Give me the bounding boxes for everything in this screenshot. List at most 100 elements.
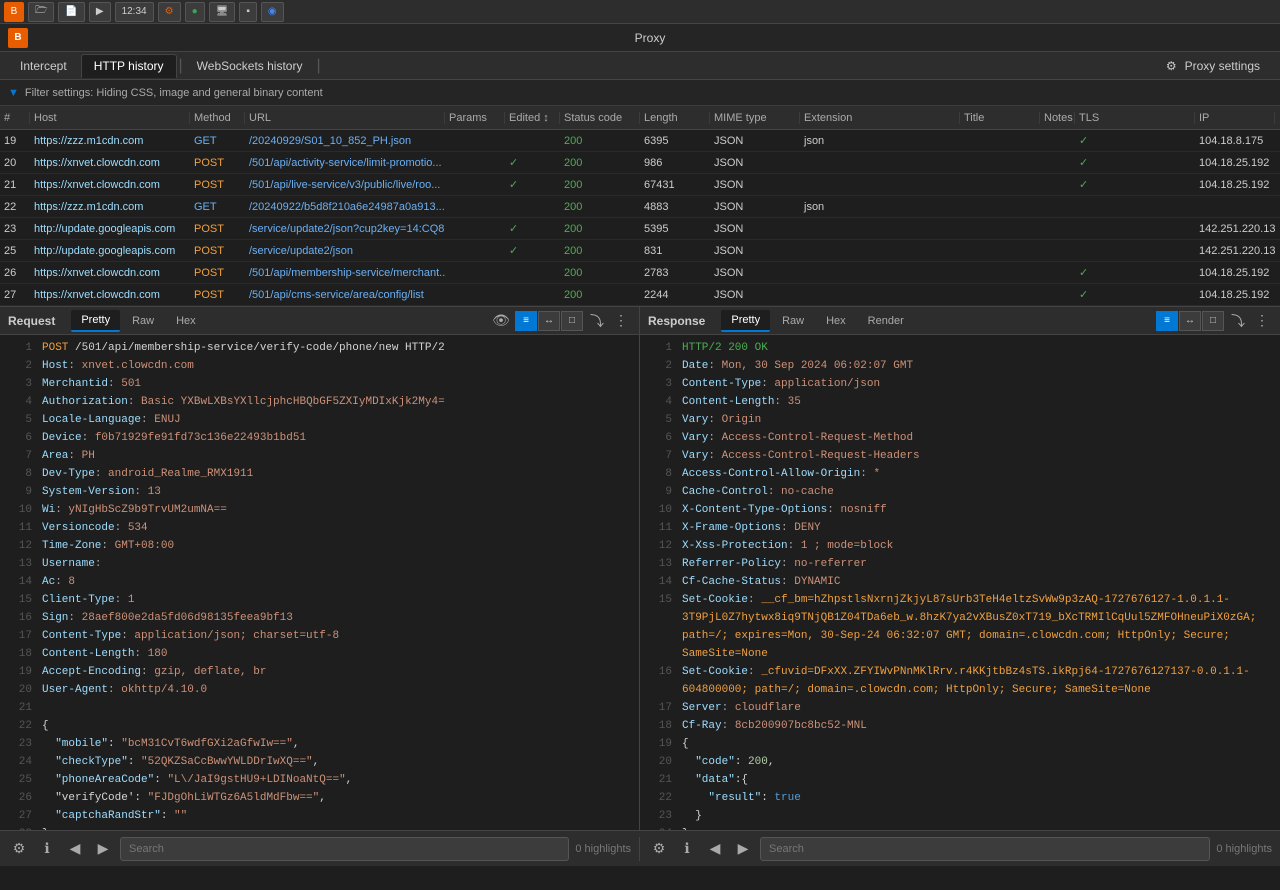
col-params[interactable]: Params	[445, 112, 505, 124]
request-tab-pretty[interactable]: Pretty	[71, 310, 120, 332]
response-line: 10X-Content-Type-Options: nosniff	[640, 501, 1280, 519]
request-panel: Request Pretty Raw Hex 👁 ≡ ↔ □ ⤵ ⋮ 1POST…	[0, 307, 640, 830]
col-method[interactable]: Method	[190, 112, 245, 124]
search-input-right[interactable]	[760, 837, 1210, 861]
response-line: 19{	[640, 735, 1280, 753]
table-row[interactable]: 27 https://xnvet.clowcdn.com POST /501/a…	[0, 284, 1280, 306]
burp-icon[interactable]: B	[4, 2, 24, 22]
cell-edited: ✓	[505, 156, 560, 169]
ext-icon[interactable]: ⚙	[158, 2, 181, 22]
table-row[interactable]: 22 https://zzz.m1cdn.com GET /20240922/b…	[0, 196, 1280, 218]
monitor-btn[interactable]: 🖥	[209, 2, 236, 22]
col-mime[interactable]: MIME type	[710, 112, 800, 124]
response-tab-hex[interactable]: Hex	[816, 310, 856, 332]
table-row[interactable]: 21 https://xnvet.clowcdn.com POST /501/a…	[0, 174, 1280, 196]
table-row[interactable]: 25 http://update.googleapis.com POST /se…	[0, 240, 1280, 262]
request-actions: 👁 ≡ ↔ □ ⤵ ⋮	[491, 311, 631, 331]
col-length[interactable]: Length	[640, 112, 710, 124]
chrome-btn[interactable]: ●	[185, 2, 205, 22]
bottom-next-btn-left[interactable]: ▶	[92, 838, 114, 860]
request-line: 19Accept-Encoding: gzip, deflate, br	[0, 663, 639, 681]
cell-status: 200	[560, 267, 640, 279]
response-tab-render[interactable]: Render	[858, 310, 914, 332]
col-status[interactable]: Status code	[560, 112, 640, 124]
response-format-raw[interactable]: □	[1202, 311, 1224, 331]
bottom-settings-btn-left[interactable]: ⚙	[8, 838, 30, 860]
request-line: 26 "verifyCode': "FJDgOhLiWTGz6A5ldMdFbw…	[0, 789, 639, 807]
request-line: 10Wi: yNIgHbScZ9b9TrvUM2umNA==	[0, 501, 639, 519]
col-num[interactable]: #	[0, 112, 30, 124]
response-action-indent[interactable]: ⤵	[1228, 311, 1248, 331]
response-tabs: Pretty Raw Hex Render	[721, 310, 913, 332]
request-action-more[interactable]: ⋮	[611, 311, 631, 331]
response-line: 20 "code": 200,	[640, 753, 1280, 771]
cell-method: GET	[190, 135, 245, 147]
table-row[interactable]: 20 https://xnvet.clowcdn.com POST /501/a…	[0, 152, 1280, 174]
response-action-more[interactable]: ⋮	[1252, 311, 1272, 331]
cell-length: 67431	[640, 179, 710, 191]
request-title: Request	[8, 314, 55, 328]
tab-websockets-history[interactable]: WebSockets history	[185, 54, 315, 78]
file-btn[interactable]: 📄	[58, 2, 84, 22]
response-line: 18Cf-Ray: 8cb200907bc8bc52-MNL	[640, 717, 1280, 735]
table-row[interactable]: 23 http://update.googleapis.com POST /se…	[0, 218, 1280, 240]
terminal-btn[interactable]: ▶	[89, 2, 111, 22]
chrome2-btn[interactable]: ◉	[261, 2, 284, 22]
col-ip[interactable]: IP	[1195, 112, 1275, 124]
folder-btn[interactable]: 🗁	[28, 2, 54, 22]
response-line: 14Cf-Cache-Status: DYNAMIC	[640, 573, 1280, 591]
response-line: 4Content-Length: 35	[640, 393, 1280, 411]
response-format-wrap[interactable]: ≡	[1156, 311, 1178, 331]
col-title[interactable]: Title	[960, 112, 1040, 124]
request-action-eye[interactable]: 👁	[491, 311, 511, 331]
cell-host: https://xnvet.clowcdn.com	[30, 179, 190, 191]
table-body: 19 https://zzz.m1cdn.com GET /20240929/S…	[0, 130, 1280, 306]
filter-bar[interactable]: ▼ Filter settings: Hiding CSS, image and…	[0, 80, 1280, 106]
bottom-next-btn-right[interactable]: ▶	[732, 838, 754, 860]
cell-method: POST	[190, 179, 245, 191]
col-host[interactable]: Host	[30, 112, 190, 124]
bottom-info-btn-right[interactable]: ℹ	[676, 838, 698, 860]
table-row[interactable]: 26 https://xnvet.clowcdn.com POST /501/a…	[0, 262, 1280, 284]
cell-mime: JSON	[710, 135, 800, 147]
response-tab-raw[interactable]: Raw	[772, 310, 814, 332]
response-code-area[interactable]: 1HTTP/2 200 OK2Date: Mon, 30 Sep 2024 06…	[640, 335, 1280, 830]
response-tab-pretty[interactable]: Pretty	[721, 310, 770, 332]
cell-url: /501/api/live-service/v3/public/live/roo…	[245, 179, 445, 191]
bottom-prev-btn-right[interactable]: ◀	[704, 838, 726, 860]
col-ext[interactable]: Extension	[800, 112, 960, 124]
cell-ext: json	[800, 201, 960, 213]
cell-edited: ✓	[505, 244, 560, 257]
cell-status: 200	[560, 157, 640, 169]
request-format-unwrap[interactable]: ↔	[538, 311, 560, 331]
request-format-wrap[interactable]: ≡	[515, 311, 537, 331]
bottom-bar: ⚙ ℹ ◀ ▶ 0 highlights ⚙ ℹ ◀ ▶ 0 highlight…	[0, 830, 1280, 866]
col-notes[interactable]: Notes	[1040, 112, 1075, 124]
response-line: 7Vary: Access-Control-Request-Headers	[640, 447, 1280, 465]
col-url[interactable]: URL	[245, 112, 445, 124]
request-action-indent[interactable]: ⤵	[587, 311, 607, 331]
cell-edited: ✓	[505, 178, 560, 191]
tab-intercept[interactable]: Intercept	[8, 54, 79, 78]
tab-http-history[interactable]: HTTP history	[81, 54, 177, 78]
app-btn[interactable]: ▪	[239, 2, 257, 22]
col-edited[interactable]: Edited ↕	[505, 112, 560, 124]
request-code-area[interactable]: 1POST /501/api/membership-service/verify…	[0, 335, 639, 830]
table-header: # Host Method URL Params Edited ↕ Status…	[0, 106, 1280, 130]
table-row[interactable]: 19 https://zzz.m1cdn.com GET /20240929/S…	[0, 130, 1280, 152]
bottom-info-btn-left[interactable]: ℹ	[36, 838, 58, 860]
cell-num: 20	[0, 157, 30, 169]
request-tab-hex[interactable]: Hex	[166, 310, 206, 332]
cell-tls: ✓	[1075, 266, 1195, 279]
col-tls[interactable]: TLS	[1075, 112, 1195, 124]
cell-url: /service/update2/json	[245, 245, 445, 257]
bottom-settings-btn-right[interactable]: ⚙	[648, 838, 670, 860]
response-format-unwrap[interactable]: ↔	[1179, 311, 1201, 331]
request-tab-raw[interactable]: Raw	[122, 310, 164, 332]
filter-label: Filter settings: Hiding CSS, image and g…	[25, 87, 323, 99]
bottom-prev-btn-left[interactable]: ◀	[64, 838, 86, 860]
request-format-raw[interactable]: □	[561, 311, 583, 331]
cell-status: 200	[560, 201, 640, 213]
tab-proxy-settings[interactable]: ⚙ Proxy settings	[1154, 54, 1272, 78]
search-input-left[interactable]	[120, 837, 569, 861]
